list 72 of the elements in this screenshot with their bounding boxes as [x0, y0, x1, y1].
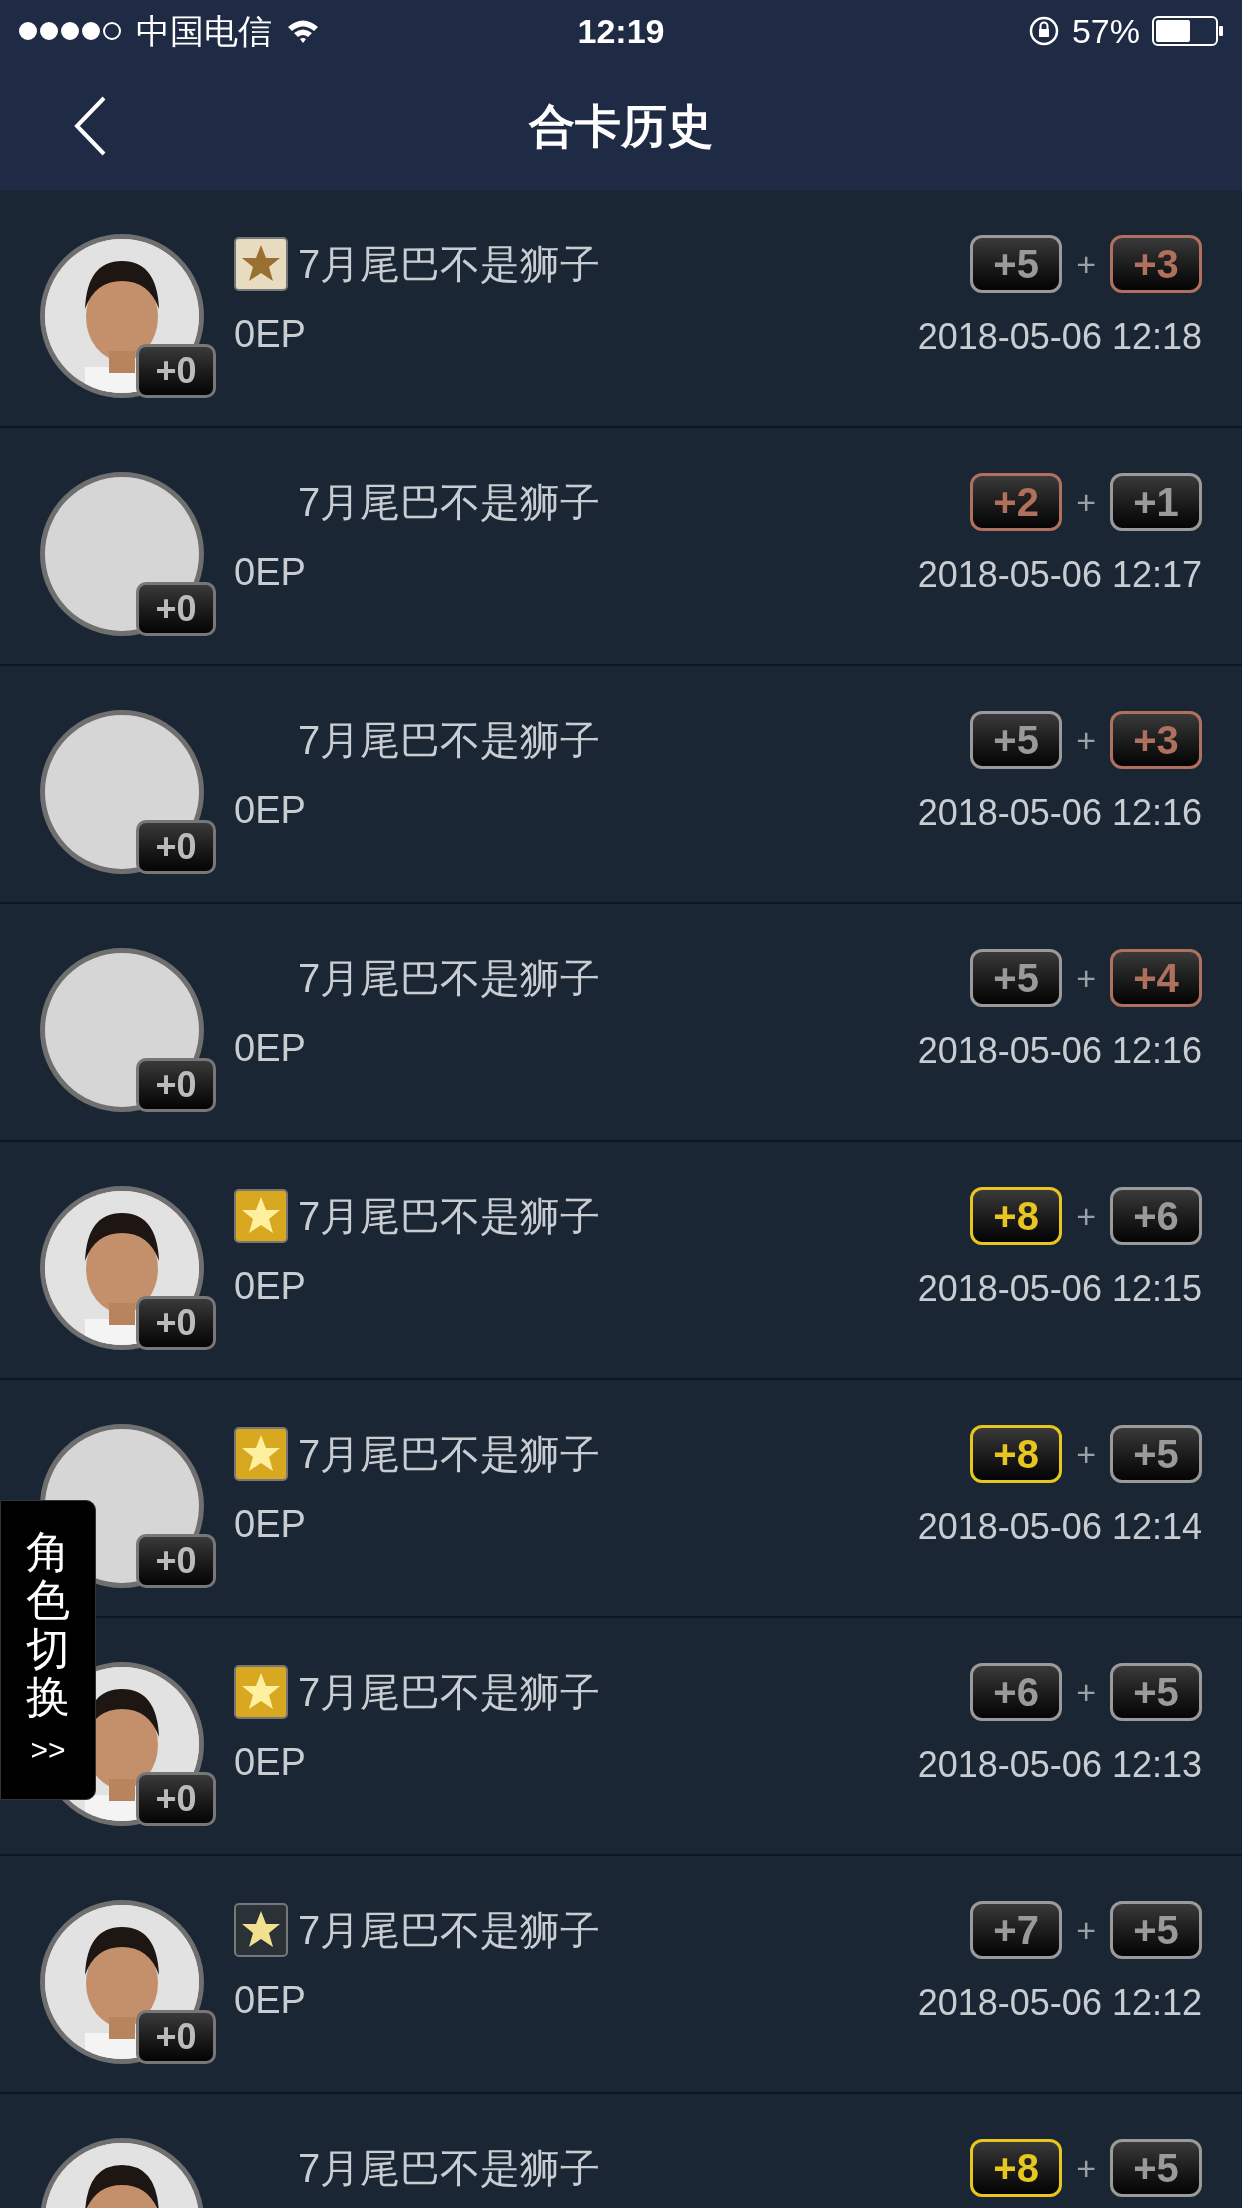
ep-value: 0EP [234, 1502, 307, 1547]
level-badge: +3 [1110, 711, 1202, 769]
player-name: 7月尾巴不是狮子 [298, 479, 601, 526]
plus-sign: + [1076, 243, 1096, 285]
ep-value: 0EP [234, 550, 307, 595]
merge-time: 2018-05-06 12:13 [917, 1743, 1202, 1787]
ep-value: 0EP [234, 312, 307, 357]
player-name: 7月尾巴不是狮子 [298, 1193, 601, 1240]
level-badge: +0 [136, 1058, 216, 1112]
player-name: 7月尾巴不是狮子 [298, 1907, 601, 1954]
level-badge: +0 [136, 820, 216, 874]
level-badge: +8 [970, 2139, 1063, 2197]
player-name: 7月尾巴不是狮子 [298, 241, 601, 288]
level-badge: +0 [136, 1772, 216, 1826]
merge-time: 2018-05-06 12:17 [917, 553, 1202, 597]
plus-sign: + [1076, 719, 1096, 761]
chevron-label: >> [30, 1732, 66, 1769]
level-badge: +1 [1110, 473, 1202, 531]
level-badge: +0 [136, 2010, 216, 2064]
ep-value: 0EP [234, 1026, 307, 1071]
level-badge: +3 [1110, 235, 1202, 293]
level-badge: +8 [970, 1425, 1063, 1483]
level-badge: +5 [1110, 1901, 1202, 1959]
level-badge: +5 [1110, 1425, 1202, 1483]
level-badge: +0 [136, 1296, 216, 1350]
plus-sign: + [1076, 481, 1096, 523]
level-badge: +7 [970, 1901, 1063, 1959]
merge-time: 2018-05-06 12:14 [917, 1505, 1202, 1549]
plus-sign: + [1076, 1195, 1096, 1237]
level-badge: +0 [136, 582, 216, 636]
signal-icon [18, 21, 122, 41]
plus-sign: + [1076, 1671, 1096, 1713]
level-badge: +5 [970, 235, 1063, 293]
plus-sign: + [1076, 2147, 1096, 2189]
role-switch-tab[interactable]: 角色切换 >> [0, 1500, 96, 1800]
player-name: 7月尾巴不是狮子 [298, 1431, 601, 1478]
back-icon [73, 95, 107, 157]
level-badge: +6 [1110, 1187, 1202, 1245]
page-title: 合卡历史 [529, 98, 713, 154]
clock-time: 12:19 [577, 10, 665, 52]
player-name: 7月尾巴不是狮子 [298, 955, 601, 1002]
merge-time: 2018-05-06 12:12 [917, 1981, 1202, 2025]
level-badge: +5 [1110, 2139, 1202, 2197]
merge-time: 2018-05-06 12:18 [917, 315, 1202, 359]
level-badge: +0 [136, 1534, 216, 1588]
level-badge: +6 [970, 1663, 1063, 1721]
tab-label: 角色切换 [26, 1527, 70, 1722]
plus-sign: + [1076, 957, 1096, 999]
level-badge: +5 [970, 711, 1063, 769]
level-badge: +4 [1110, 949, 1202, 1007]
merge-time: 2018-05-06 12:15 [917, 1267, 1202, 1311]
battery-icon [1152, 15, 1224, 47]
level-badge: +2 [970, 473, 1063, 531]
battery-percent: 57% [1071, 10, 1140, 52]
level-badge: +5 [1110, 1663, 1202, 1721]
merge-time: 2018-05-06 12:16 [917, 1029, 1202, 1073]
ep-value: 0EP [234, 1264, 307, 1309]
player-name: 7月尾巴不是狮子 [298, 717, 601, 764]
plus-sign: + [1076, 1909, 1096, 1951]
plus-sign: + [1076, 1433, 1096, 1475]
ep-value: 0EP [234, 1740, 307, 1785]
carrier-name: 中国电信 [136, 10, 272, 52]
level-badge: +8 [970, 1187, 1063, 1245]
rotation-lock-icon [1027, 15, 1060, 47]
level-badge: +0 [136, 344, 216, 398]
level-badge: +5 [970, 949, 1063, 1007]
merge-time: 2018-05-06 12:16 [917, 791, 1202, 835]
player-name: 7月尾巴不是狮子 [298, 1669, 601, 1716]
wifi-icon [286, 18, 320, 44]
ep-value: 0EP [234, 1978, 307, 2023]
ep-value: 0EP [234, 788, 307, 833]
player-name: 7月尾巴不是狮子 [298, 2145, 601, 2192]
